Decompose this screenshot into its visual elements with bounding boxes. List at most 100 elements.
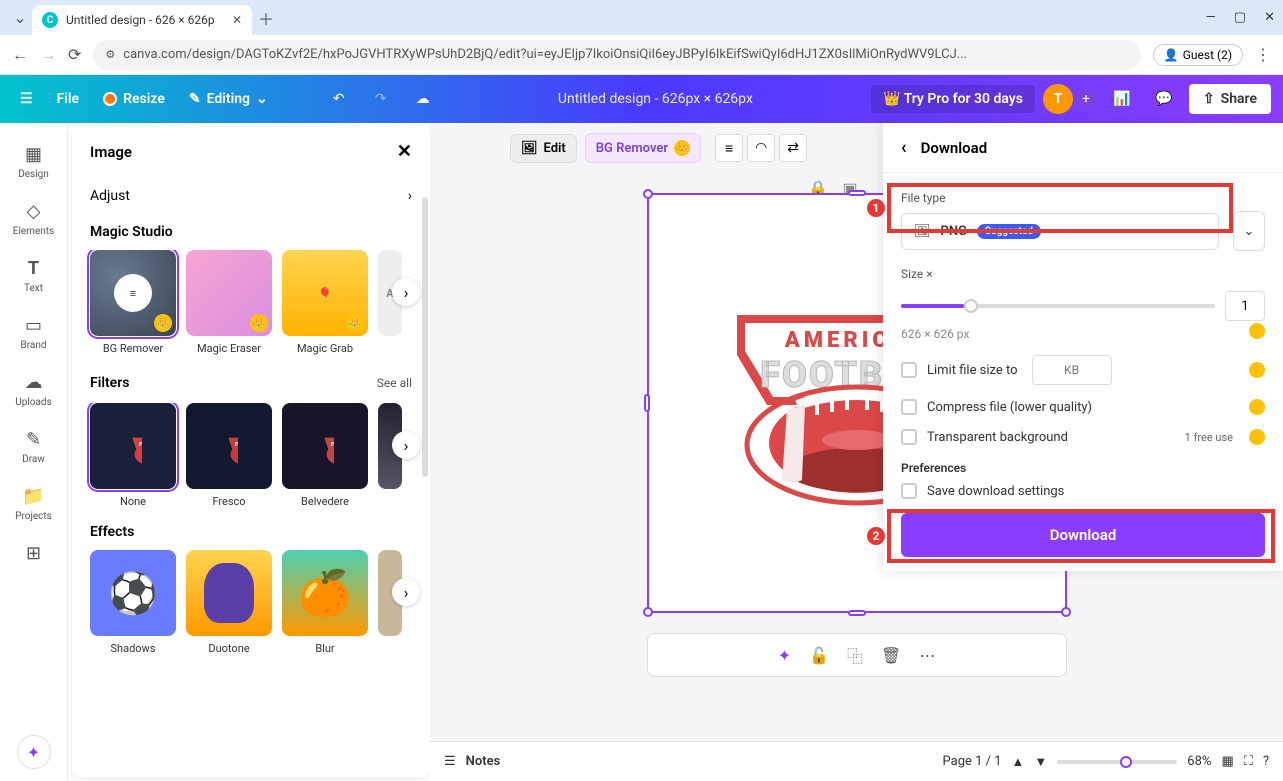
save-settings-row[interactable]: Save download settings [901,483,1265,499]
back-icon[interactable]: ← [12,45,28,65]
kb-input[interactable] [1032,355,1112,385]
rail-draw[interactable]: ✎Draw [0,420,67,473]
close-tab-icon[interactable]: ✕ [232,13,242,27]
zoom-value[interactable]: 68% [1187,754,1211,769]
page-indicator[interactable]: Page 1 / 1 [943,754,1002,769]
size-input[interactable] [1225,291,1265,321]
close-panel-icon[interactable]: ✕ [397,141,412,162]
rail-apps[interactable]: ⊞ [0,534,67,572]
resize-handle[interactable] [643,607,653,617]
file-type-dropdown-icon[interactable]: ⌄ [1233,211,1265,251]
back-icon[interactable]: ‹ [901,137,907,158]
edit-icon: 🖼 [521,141,538,156]
duplicate-icon[interactable]: ⿻ [847,643,863,667]
magic-grab[interactable]: 🎈👑Magic Grab [282,250,368,355]
align-icon[interactable]: ≡ [715,134,743,162]
compress-row[interactable]: Compress file (lower quality) [901,399,1265,415]
resize-handle[interactable] [848,190,866,196]
grid-view-icon[interactable]: ▦ [1221,754,1233,769]
bg-remover-button[interactable]: BG Remover👑 [585,133,701,163]
close-window-icon[interactable]: ✕ [1264,10,1275,25]
magic-assist-button[interactable]: ✦ [17,735,51,769]
resize-handle[interactable] [1061,607,1071,617]
rail-elements[interactable]: ◇Elements [0,192,67,245]
editing-mode[interactable]: ✎Editing⌄ [181,85,276,113]
magic-icon[interactable]: ✦ [778,646,791,665]
file-menu[interactable]: File [49,85,88,113]
adjust-row[interactable]: Adjust › [72,176,430,216]
magic-bg-remover[interactable]: ≡👑BG Remover [90,250,176,355]
filter-none[interactable]: AMERICANFOOTBALLNone [90,403,176,508]
effect-duotone[interactable]: Duotone [186,550,272,655]
browser-tab[interactable]: C Untitled design - 626 × 626p ✕ [32,5,252,35]
filters-see-all[interactable]: See all [377,376,412,390]
more-icon[interactable]: ⋯ [919,646,935,665]
carousel-next-icon[interactable]: › [392,578,420,606]
rail-uploads[interactable]: ☁Uploads [0,363,67,416]
effect-shadows[interactable]: ⚽Shadows [90,550,176,655]
checkbox[interactable] [901,483,917,499]
slider-thumb[interactable] [964,299,978,313]
effect-blur[interactable]: 🍊Blur [282,550,368,655]
maximize-icon[interactable]: ▢ [1234,10,1246,25]
zoom-thumb[interactable] [1120,756,1132,768]
suggested-badge: Suggested [977,224,1041,239]
border-radius-icon[interactable]: ◠ [747,134,775,162]
unlock-icon[interactable]: 🔓 [809,646,829,665]
new-tab-button[interactable]: ＋ [258,6,274,30]
rail-projects[interactable]: 📁Projects [0,477,67,530]
resize-button[interactable]: Resize [95,85,173,113]
download-button[interactable]: Download [901,513,1265,557]
edit-image-button[interactable]: 🖼Edit [510,134,577,163]
rail-brand[interactable]: ▭Brand [0,306,67,359]
site-settings-icon[interactable]: ⚙ [105,48,115,61]
undo-icon[interactable]: ↶ [322,82,356,116]
forward-icon[interactable]: → [40,45,56,65]
add-member-icon[interactable]: + [1075,88,1097,110]
kebab-menu-icon[interactable]: ⋮ [1255,45,1271,64]
notes-icon[interactable]: ☰ [444,754,456,769]
fullscreen-icon[interactable]: ⛶ [1244,754,1253,769]
user-avatar[interactable]: T [1043,84,1073,114]
zoom-slider[interactable] [1057,760,1177,764]
redo-icon[interactable]: ↷ [364,82,398,116]
trash-icon[interactable]: 🗑 [881,646,901,665]
carousel-next-icon[interactable]: › [392,278,420,306]
rail-design[interactable]: ▦Design [0,135,67,188]
file-type-select[interactable]: 🖼 PNG Suggested [901,213,1219,250]
minimize-icon[interactable]: — [1206,10,1216,25]
resize-handle[interactable] [643,189,653,199]
size-slider[interactable] [901,304,1215,308]
reload-icon[interactable]: ⟳ [68,45,81,64]
analytics-icon[interactable]: 📊 [1105,82,1139,116]
comment-icon[interactable]: 💬 [1147,82,1181,116]
resize-handle[interactable] [644,394,650,412]
filter-fresco[interactable]: FOOTBALLFresco [186,403,272,508]
magic-eraser[interactable]: 👑Magic Eraser [186,250,272,355]
cloud-sync-icon[interactable]: ☁ [406,82,440,116]
limit-file-size-row[interactable]: Limit file size to [901,355,1265,385]
checkbox[interactable] [901,399,917,415]
notes-button[interactable]: Notes [466,754,501,769]
prev-page-icon[interactable]: ▲ [1012,754,1025,770]
checkbox[interactable] [901,429,917,445]
try-pro-button[interactable]: 👑 Try Pro for 30 days [871,85,1035,113]
help-icon[interactable]: ? [1263,754,1269,769]
profile-chip[interactable]: 👤 Guest (2) [1153,44,1243,66]
rail-text[interactable]: TText [0,249,67,302]
hamburger-icon[interactable]: ☰ [12,85,41,113]
preferences-heading: Preferences [901,461,1265,475]
carousel-next-icon[interactable]: › [392,431,420,459]
flip-icon[interactable]: ⇄ [779,134,807,162]
design-title[interactable]: Untitled design - 626px × 626px [558,91,753,107]
person-icon: 👤 [1164,48,1179,62]
url-field[interactable]: ⚙ canva.com/design/DAGToKZvf2E/hxPoJGVHT… [93,40,1140,70]
tabs-dropdown-icon[interactable]: ⌄ [8,8,32,27]
filter-belvedere[interactable]: FOOTBALLBelvedere [282,403,368,508]
checkbox[interactable] [901,362,917,378]
save-settings-label: Save download settings [927,484,1064,499]
transparent-row[interactable]: Transparent background 1 free use [901,429,1265,445]
share-button[interactable]: ⇧Share [1189,84,1271,114]
resize-handle[interactable] [848,610,866,616]
next-page-icon[interactable]: ▼ [1034,754,1047,770]
